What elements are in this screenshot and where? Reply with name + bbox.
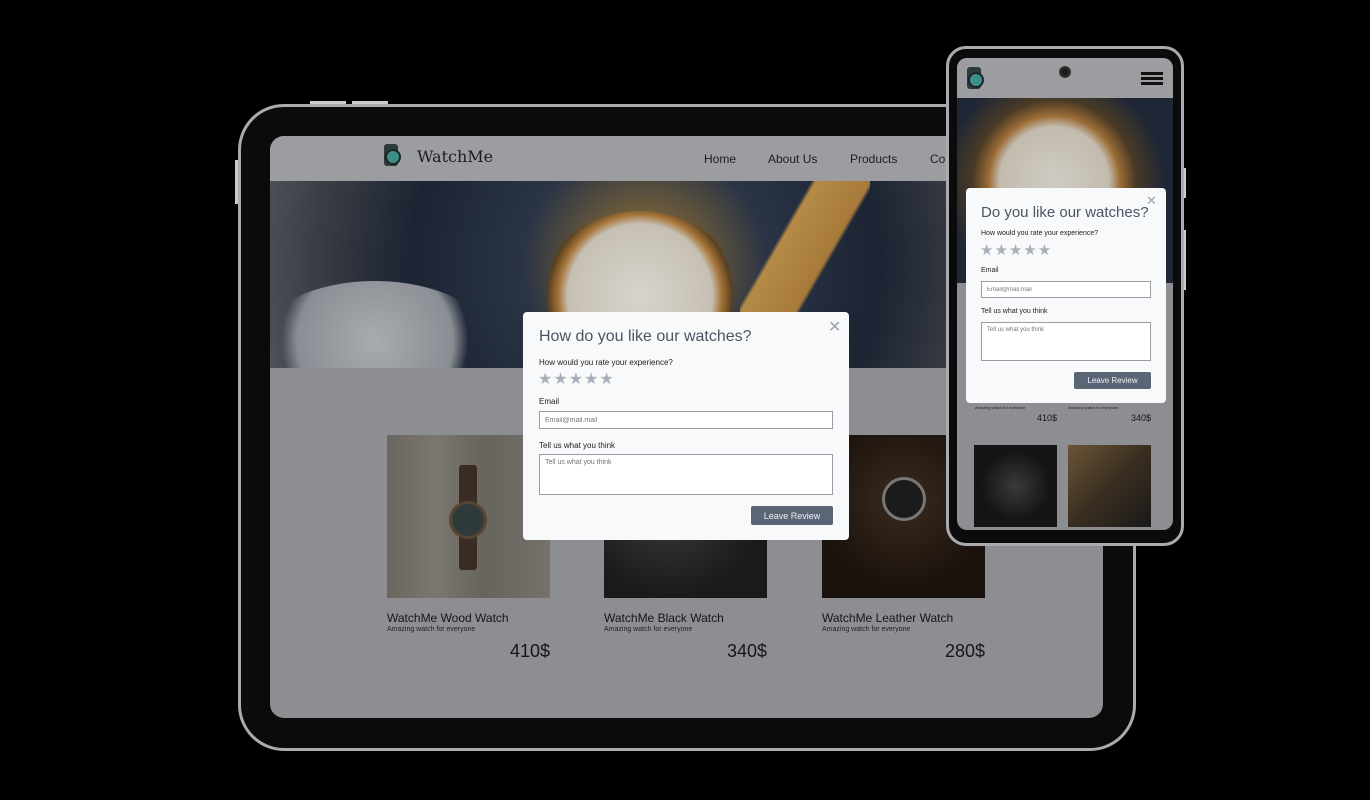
close-icon[interactable]: ✕	[828, 320, 841, 336]
product-title[interactable]: WatchMe Wood Watch	[387, 611, 509, 625]
product-price: 280$	[944, 641, 985, 661]
rating-label: How would you rate your experience?	[981, 230, 1099, 237]
watch-logo-icon[interactable]	[967, 67, 984, 89]
product-subtitle: Amazing watch for everyone	[1068, 405, 1119, 410]
star-rating-input[interactable]: ★★★★★	[980, 241, 1052, 259]
product-subtitle: Amazing watch for everyone	[975, 405, 1026, 410]
product-price: 340$	[726, 641, 767, 661]
watch-logo-icon[interactable]	[384, 144, 401, 166]
product-subtitle: Amazing watch for everyone	[822, 626, 911, 633]
review-modal: ✕ How do you like our watches? How would…	[523, 312, 849, 540]
comment-label: Tell us what you think	[539, 441, 616, 450]
email-label: Email	[981, 267, 999, 274]
email-input[interactable]	[539, 411, 833, 429]
leave-review-button[interactable]: Leave Review	[1074, 372, 1151, 389]
phone-header	[957, 58, 1173, 98]
nav-products[interactable]: Products	[850, 152, 897, 166]
comment-textarea[interactable]	[981, 322, 1151, 361]
email-label: Email	[539, 397, 560, 406]
product-price: 410$	[1036, 413, 1057, 423]
nav-home[interactable]: Home	[704, 152, 736, 166]
product-title[interactable]: WatchMe Leather Watch	[822, 611, 953, 625]
hamburger-menu-icon[interactable]	[1141, 72, 1163, 85]
rating-label: How would you rate your experience?	[539, 358, 673, 367]
product-subtitle: Amazing watch for everyone	[387, 626, 476, 633]
product-price: 410$	[509, 641, 550, 661]
product-image[interactable]	[974, 445, 1057, 527]
leave-review-button[interactable]: Leave Review	[751, 506, 833, 525]
review-modal-mobile: ✕ Do you like our watches? How would you…	[966, 188, 1166, 403]
modal-title: How do you like our watches?	[539, 328, 752, 345]
star-rating-input[interactable]: ★★★★★	[538, 369, 615, 389]
modal-title: Do you like our watches?	[981, 204, 1149, 221]
nav-contact[interactable]: Co	[930, 152, 945, 166]
product-subtitle: Amazing watch for everyone	[604, 626, 693, 633]
phone-camera	[1059, 66, 1071, 78]
product-image[interactable]	[1068, 445, 1151, 527]
brand-name[interactable]: WatchMe	[417, 147, 493, 166]
comment-label: Tell us what you think	[981, 308, 1048, 315]
silver-watch-image	[270, 281, 490, 368]
comment-textarea[interactable]	[539, 454, 833, 495]
email-input[interactable]	[981, 281, 1151, 298]
nav-about-us[interactable]: About Us	[768, 152, 817, 166]
product-price: 340$	[1130, 413, 1151, 423]
product-title[interactable]: WatchMe Black Watch	[604, 611, 724, 625]
